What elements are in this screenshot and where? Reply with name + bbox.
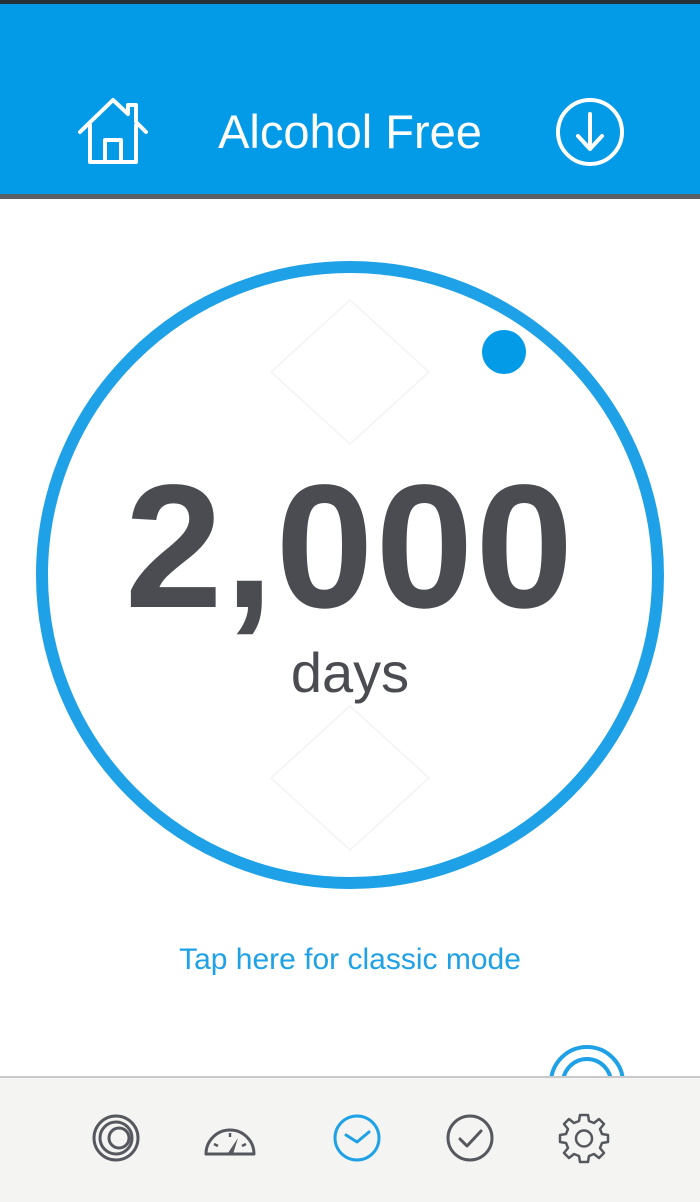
home-icon: [78, 98, 148, 164]
dial-decoration-top: [269, 298, 431, 446]
nav-tab-settings[interactable]: [554, 1108, 614, 1168]
app-header: Alcohol Free: [0, 4, 700, 194]
nav-tab-timer[interactable]: [327, 1108, 387, 1168]
dial-knob[interactable]: [482, 330, 526, 374]
speedometer-icon: [204, 1128, 256, 1156]
bottom-nav: [0, 1076, 700, 1202]
nav-tab-rings[interactable]: [86, 1108, 146, 1168]
download-circle-icon: [556, 98, 624, 166]
clock-icon: [333, 1114, 381, 1162]
days-count: 2,000: [124, 449, 576, 645]
classic-mode-link[interactable]: Tap here for classic mode: [0, 938, 700, 982]
checkmark-circle-icon: [446, 1114, 494, 1162]
days-unit-label: days: [290, 641, 410, 704]
dial-decoration-bottom: [269, 704, 431, 852]
download-button[interactable]: [554, 96, 626, 168]
rings-icon: [92, 1114, 140, 1162]
floating-action-button[interactable]: [548, 1044, 626, 1078]
target-icon: [549, 1045, 625, 1078]
page-title: Alcohol Free: [218, 105, 482, 158]
gear-icon: [558, 1113, 610, 1164]
header-divider: [0, 194, 700, 199]
nav-tab-goals[interactable]: [440, 1108, 500, 1168]
home-button[interactable]: [76, 94, 150, 168]
nav-tab-stats[interactable]: [200, 1108, 260, 1168]
